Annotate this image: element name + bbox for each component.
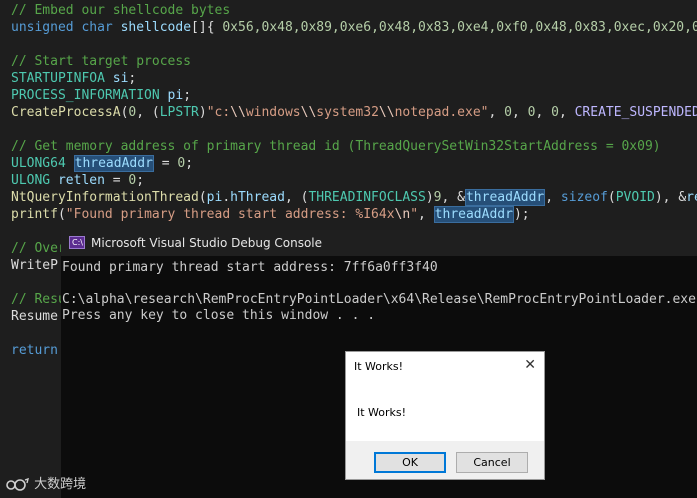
highlighted-symbol: threadAddr bbox=[73, 155, 154, 172]
highlighted-symbol: threadAddr bbox=[464, 189, 546, 206]
code-line-10: NtQueryInformationThread(pi.hThread, (TH… bbox=[11, 189, 697, 206]
watermark-text: 大数跨境 bbox=[34, 477, 87, 492]
dialog-title: It Works! bbox=[354, 360, 404, 373]
code-line-16: return bbox=[11, 343, 58, 358]
code-line-5: PROCESS_INFORMATION pi; bbox=[11, 88, 192, 103]
console-title-bar[interactable]: C:\ Microsoft Visual Studio Debug Consol… bbox=[61, 230, 697, 256]
ok-button[interactable]: OK bbox=[374, 452, 446, 473]
console-title: Microsoft Visual Studio Debug Console bbox=[91, 236, 323, 250]
dialog-button-bar: OK Cancel bbox=[346, 441, 544, 479]
code-line-11: printf("Found primary thread start addre… bbox=[11, 206, 530, 223]
console-app-icon: C:\ bbox=[69, 236, 85, 249]
code-line-6: CreateProcessA(0, (LPSTR)"c:\\windows\\s… bbox=[11, 105, 697, 120]
code-line-2: unsigned char shellcode[]{ 0x56,0x48,0x8… bbox=[11, 20, 697, 35]
code-line-7: // Get memory address of primary thread … bbox=[11, 139, 661, 154]
code-line-8: ULONG64 threadAddr = 0; bbox=[11, 155, 194, 172]
watermark-logo-icon bbox=[6, 477, 29, 491]
console-line-4: Press any key to close this window . . . bbox=[62, 308, 376, 323]
watermark: 大数跨境 bbox=[6, 475, 86, 495]
code-line-9: ULONG retlen = 0; bbox=[11, 173, 145, 188]
cancel-button[interactable]: Cancel bbox=[456, 452, 528, 473]
dialog-message: It Works! bbox=[357, 406, 407, 419]
code-line-15: Resume bbox=[11, 309, 58, 324]
code-line-14: // Resu bbox=[11, 292, 66, 307]
code-line-13: WriteP bbox=[11, 258, 58, 273]
highlighted-symbol: threadAddr bbox=[433, 206, 514, 223]
console-line-1: Found primary thread start address: 7ff6… bbox=[62, 260, 438, 275]
close-icon[interactable]: ✕ bbox=[524, 357, 536, 373]
code-line-12: // Over bbox=[11, 241, 66, 256]
message-box-dialog[interactable]: It Works! ✕ It Works! OK Cancel bbox=[345, 351, 545, 480]
console-line-3: C:\alpha\research\RemProcEntryPointLoade… bbox=[62, 292, 696, 307]
code-line-4: STARTUPINFOA si; bbox=[11, 71, 137, 86]
code-line-1: // Embed our shellcode bytes bbox=[11, 3, 231, 18]
code-line-3: // Start target process bbox=[11, 54, 192, 69]
